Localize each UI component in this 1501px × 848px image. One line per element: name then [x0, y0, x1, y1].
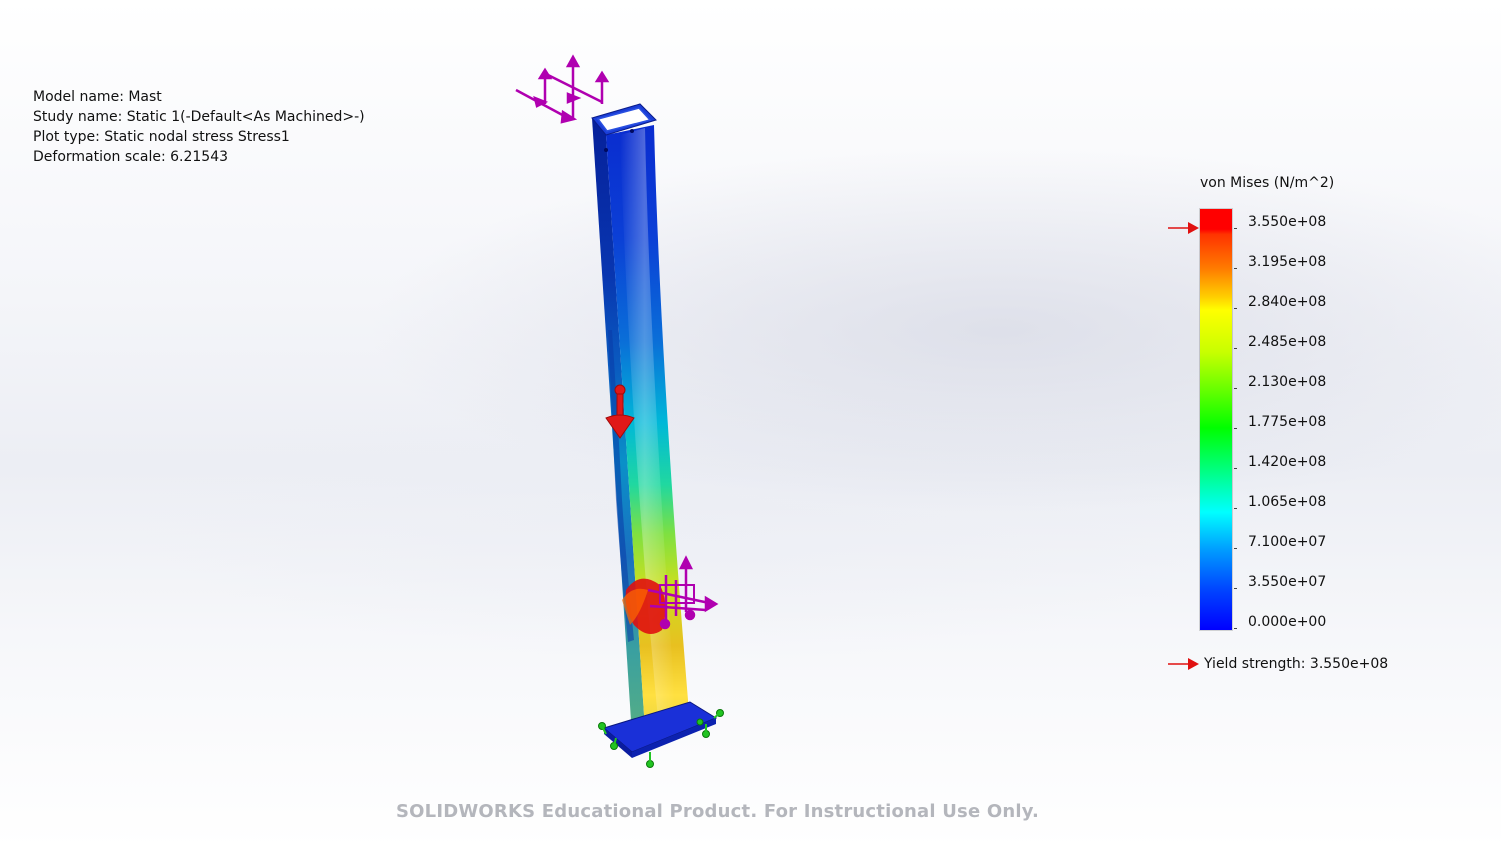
- legend-tick-mark: [1234, 628, 1237, 629]
- legend-tick-mark: [1234, 588, 1237, 589]
- top-load-arrows[interactable]: [515, 54, 610, 124]
- legend-title: von Mises (N/m^2): [1200, 175, 1335, 191]
- legend-tick-mark: [1234, 508, 1237, 509]
- legend-tick-label: 3.550e+07: [1248, 574, 1327, 590]
- legend-tick-label: 2.130e+08: [1248, 374, 1327, 390]
- legend-tick-label: 3.195e+08: [1248, 254, 1327, 270]
- legend-tick-mark: [1234, 388, 1237, 389]
- legend-tick-mark: [1234, 468, 1237, 469]
- legend-tick-label: 1.775e+08: [1248, 414, 1327, 430]
- yield-arrow-icon: [1168, 658, 1199, 670]
- legend-tick-label: 3.550e+08: [1248, 214, 1327, 230]
- legend-color-bar: [1200, 209, 1232, 630]
- bolt-hole-top-2: [630, 129, 634, 133]
- legend-tick-mark: [1234, 428, 1237, 429]
- legend-tick-mark: [1234, 268, 1237, 269]
- yield-strength-row: Yield strength: 3.550e+08: [1168, 654, 1388, 674]
- legend-tick-mark: [1234, 308, 1237, 309]
- legend-tick-label: 1.065e+08: [1248, 494, 1327, 510]
- bolt-hole-top: [604, 148, 608, 152]
- yield-pointer-arrow-icon: [1168, 220, 1200, 240]
- legend-tick-label: 0.000e+00: [1248, 614, 1327, 630]
- legend-tick-mark: [1234, 348, 1237, 349]
- watermark: SOLIDWORKS Educational Product. For Inst…: [396, 801, 1040, 822]
- legend-tick-label: 2.840e+08: [1248, 294, 1327, 310]
- legend-tick-mark: [1234, 548, 1237, 549]
- legend-tick-label: 2.485e+08: [1248, 334, 1327, 350]
- legend-tick-label: 7.100e+07: [1248, 534, 1327, 550]
- legend-tick-mark: [1234, 228, 1237, 229]
- legend-tick-label: 1.420e+08: [1248, 454, 1327, 470]
- yield-strength-label: Yield strength: 3.550e+08: [1204, 656, 1389, 672]
